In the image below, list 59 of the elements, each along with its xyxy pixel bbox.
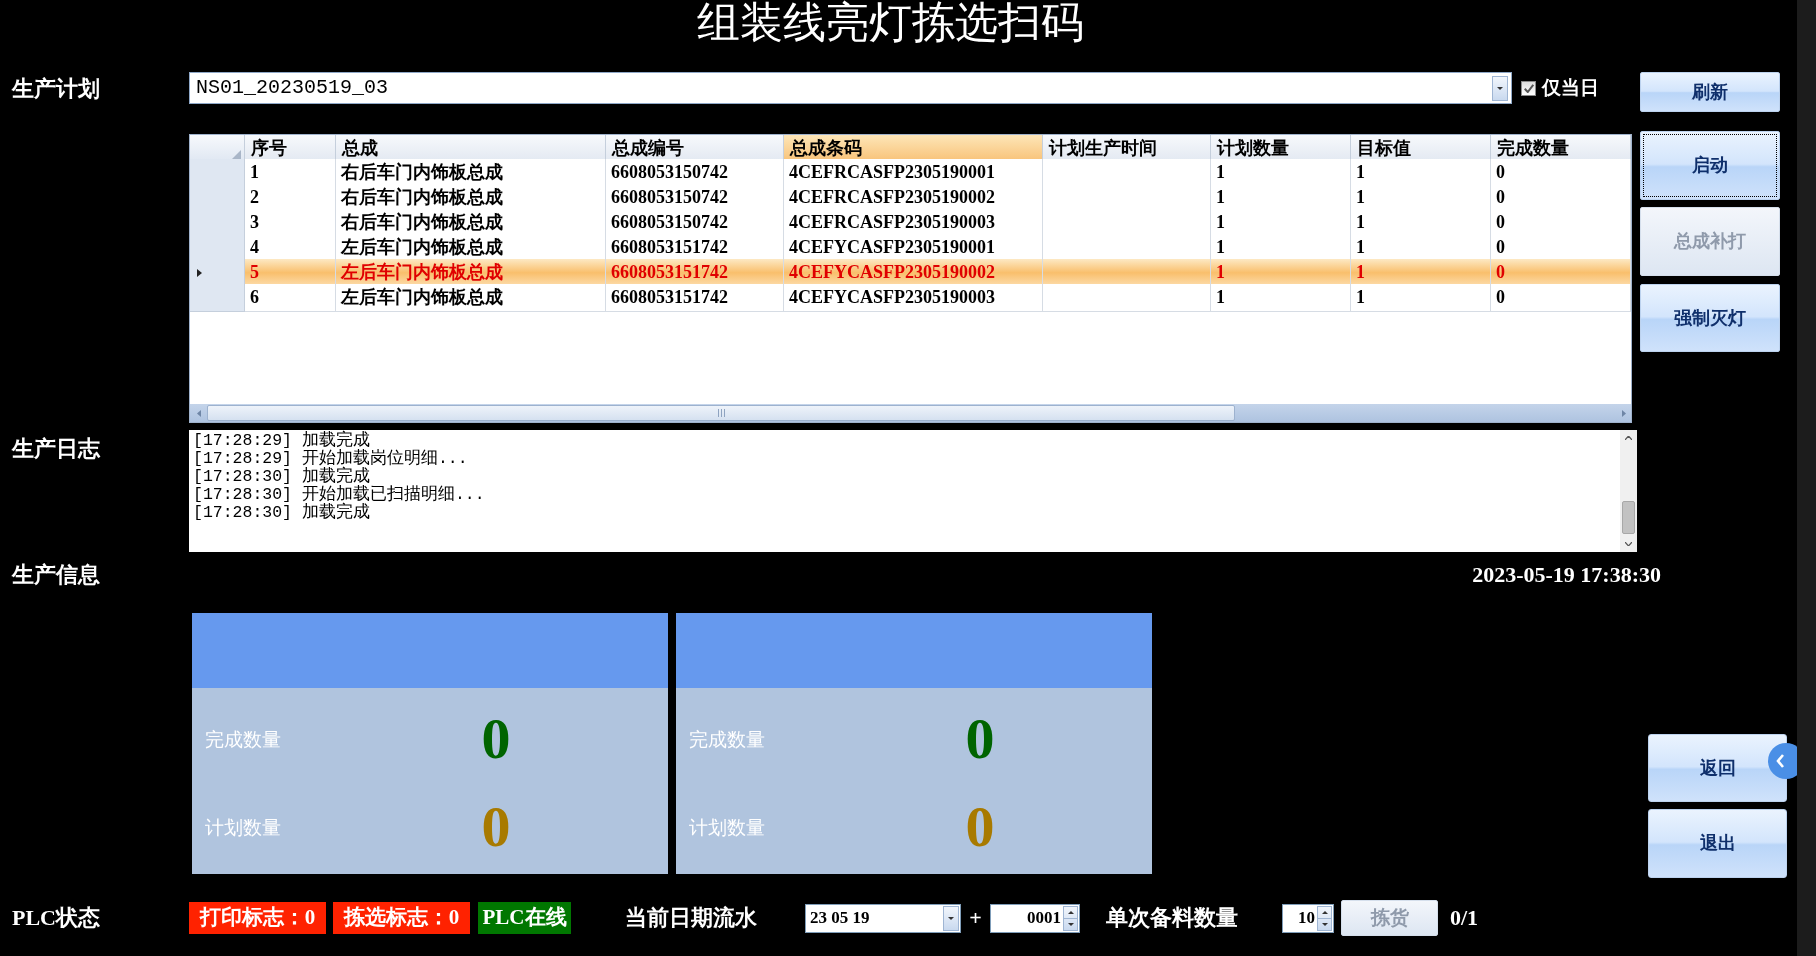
table-cell: 6608053151742	[606, 284, 784, 312]
current-row-icon	[197, 268, 202, 277]
table-row[interactable]: 1 右后车门内饰板总成 6608053150742 4CEFRCASFP2305190001 1 1 0	[190, 159, 1631, 184]
plan-combo[interactable]: NS01_20230519_03	[189, 72, 1512, 104]
status-flag: 打印标志：0	[189, 902, 326, 934]
date-time: 2023-05-19 17:38:30	[1472, 562, 1661, 588]
table-cell: 0	[1491, 284, 1631, 312]
log-line: [17:28:30] 加载完成	[193, 468, 370, 486]
date-picker[interactable]: 23 05 19	[805, 903, 961, 933]
status-flag: PLC在线	[478, 902, 571, 934]
nav-button[interactable]: 返回	[1648, 734, 1787, 802]
spin-arrows-icon[interactable]	[1063, 905, 1078, 931]
spin-arrows-icon[interactable]	[1317, 905, 1332, 931]
table-cell: 1	[1211, 284, 1351, 312]
checkbox-label[interactable]: 仅当日	[1542, 75, 1599, 101]
table-cell: 6	[245, 284, 336, 312]
vertical-scrollbar[interactable]	[1620, 430, 1637, 552]
progress-count: 0/1	[1450, 904, 1479, 932]
table-row[interactable]: 3 右后车门内饰板总成 6608053150742 4CEFRCASFP2305190003 1 1 0	[190, 209, 1631, 234]
row-header[interactable]	[190, 284, 245, 312]
action-button[interactable]: 启动	[1640, 131, 1780, 200]
sort-triangle-icon	[232, 150, 241, 159]
table-row[interactable]: 6 左后车门内饰板总成 6608053151742 4CEFYCASFP2305190003 1 1 0	[190, 284, 1631, 309]
count-value: 0	[481, 709, 511, 769]
count-value: 0	[965, 709, 995, 769]
table-cell: 左后车门内饰板总成	[336, 284, 606, 312]
section-label: PLC状态	[12, 905, 100, 930]
batch-label: 单次备料数量	[1106, 905, 1238, 930]
action-button[interactable]: 刷新	[1640, 72, 1780, 112]
serial-label: 当前日期流水	[625, 905, 757, 930]
count-value: 0	[965, 797, 995, 857]
number-spinner[interactable]: 0001	[990, 903, 1080, 933]
number-spinner[interactable]: 10	[1282, 903, 1334, 933]
panel-label: 完成数量	[689, 727, 765, 750]
scrollbar-thumb[interactable]	[207, 405, 1235, 421]
status-flag: 拣选标志：0	[333, 902, 470, 934]
horizontal-scrollbar[interactable]	[190, 404, 1631, 422]
table-row[interactable]: 2 右后车门内饰板总成 6608053150742 4CEFRCASFP2305190002 1 1 0	[190, 184, 1631, 209]
checkbox[interactable]	[1521, 80, 1536, 96]
grip-icon	[717, 409, 725, 417]
check-icon	[1523, 83, 1534, 93]
section-label: 生产日志	[12, 436, 100, 461]
action-button[interactable]: 强制灭灯	[1640, 284, 1780, 352]
section-label: 生产信息	[12, 562, 100, 587]
chevron-left-icon[interactable]	[1768, 743, 1797, 779]
count-value: 0	[481, 797, 511, 857]
nav-button[interactable]: 退出	[1648, 809, 1787, 878]
table-row[interactable]: 4 左后车门内饰板总成 6608053151742 4CEFYCASFP2305190001 1 1 0	[190, 234, 1631, 259]
section-label: 生产计划	[12, 76, 100, 101]
plus-label: +	[969, 904, 982, 932]
panel-label: 计划数量	[689, 815, 765, 838]
table-cell: 4CEFYCASFP2305190003	[784, 284, 1043, 312]
log-line: [17:28:29] 加载完成	[193, 432, 370, 450]
panel-label: 完成数量	[205, 727, 281, 750]
window-title: 组装线亮灯拣选扫码	[697, 0, 1084, 48]
log-line: [17:28:30] 加载完成	[193, 504, 370, 522]
scrollbar-thumb[interactable]	[1622, 501, 1635, 534]
table-cell: 1	[1351, 284, 1491, 312]
panel-label: 计划数量	[205, 815, 281, 838]
